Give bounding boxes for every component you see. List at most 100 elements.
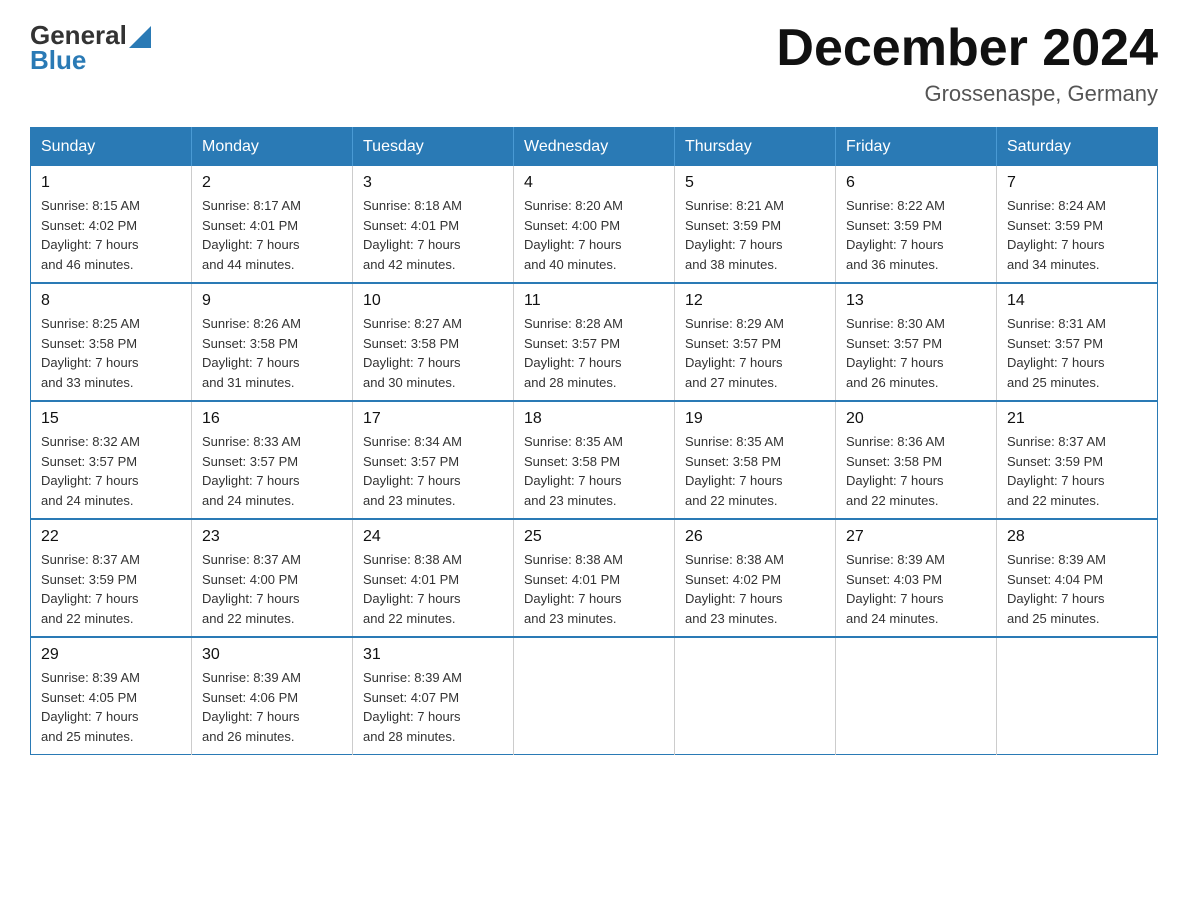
- calendar-day-cell: 29 Sunrise: 8:39 AM Sunset: 4:05 PM Dayl…: [31, 637, 192, 755]
- day-number: 18: [524, 410, 664, 428]
- day-info: Sunrise: 8:15 AM Sunset: 4:02 PM Dayligh…: [41, 196, 181, 274]
- day-info: Sunrise: 8:38 AM Sunset: 4:02 PM Dayligh…: [685, 550, 825, 628]
- logo-blue-text: Blue: [30, 45, 86, 76]
- day-info: Sunrise: 8:39 AM Sunset: 4:03 PM Dayligh…: [846, 550, 986, 628]
- day-info: Sunrise: 8:27 AM Sunset: 3:58 PM Dayligh…: [363, 314, 503, 392]
- day-number: 17: [363, 410, 503, 428]
- day-info: Sunrise: 8:32 AM Sunset: 3:57 PM Dayligh…: [41, 432, 181, 510]
- calendar-week-row: 15 Sunrise: 8:32 AM Sunset: 3:57 PM Dayl…: [31, 401, 1158, 519]
- calendar-day-cell: 13 Sunrise: 8:30 AM Sunset: 3:57 PM Dayl…: [836, 283, 997, 401]
- calendar-day-cell: 23 Sunrise: 8:37 AM Sunset: 4:00 PM Dayl…: [192, 519, 353, 637]
- day-number: 13: [846, 292, 986, 310]
- calendar-day-cell: 11 Sunrise: 8:28 AM Sunset: 3:57 PM Dayl…: [514, 283, 675, 401]
- calendar-week-row: 1 Sunrise: 8:15 AM Sunset: 4:02 PM Dayli…: [31, 166, 1158, 283]
- day-header-wednesday: Wednesday: [514, 128, 675, 167]
- day-number: 29: [41, 646, 181, 664]
- calendar-day-cell: 21 Sunrise: 8:37 AM Sunset: 3:59 PM Dayl…: [997, 401, 1158, 519]
- calendar-day-cell: 7 Sunrise: 8:24 AM Sunset: 3:59 PM Dayli…: [997, 166, 1158, 283]
- day-number: 3: [363, 174, 503, 192]
- calendar-day-cell: 10 Sunrise: 8:27 AM Sunset: 3:58 PM Dayl…: [353, 283, 514, 401]
- calendar-week-row: 29 Sunrise: 8:39 AM Sunset: 4:05 PM Dayl…: [31, 637, 1158, 755]
- day-info: Sunrise: 8:37 AM Sunset: 3:59 PM Dayligh…: [1007, 432, 1147, 510]
- day-info: Sunrise: 8:31 AM Sunset: 3:57 PM Dayligh…: [1007, 314, 1147, 392]
- day-number: 1: [41, 174, 181, 192]
- day-info: Sunrise: 8:26 AM Sunset: 3:58 PM Dayligh…: [202, 314, 342, 392]
- day-info: Sunrise: 8:39 AM Sunset: 4:07 PM Dayligh…: [363, 668, 503, 746]
- logo: General Blue: [30, 20, 151, 76]
- calendar-day-cell: 17 Sunrise: 8:34 AM Sunset: 3:57 PM Dayl…: [353, 401, 514, 519]
- day-info: Sunrise: 8:36 AM Sunset: 3:58 PM Dayligh…: [846, 432, 986, 510]
- day-number: 15: [41, 410, 181, 428]
- day-number: 9: [202, 292, 342, 310]
- day-number: 4: [524, 174, 664, 192]
- calendar-subtitle: Grossenaspe, Germany: [776, 81, 1158, 107]
- calendar-table: SundayMondayTuesdayWednesdayThursdayFrid…: [30, 127, 1158, 755]
- calendar-day-cell: 14 Sunrise: 8:31 AM Sunset: 3:57 PM Dayl…: [997, 283, 1158, 401]
- logo-triangle-icon: [129, 26, 151, 48]
- calendar-day-cell: 26 Sunrise: 8:38 AM Sunset: 4:02 PM Dayl…: [675, 519, 836, 637]
- day-number: 21: [1007, 410, 1147, 428]
- calendar-empty-cell: [675, 637, 836, 755]
- day-info: Sunrise: 8:34 AM Sunset: 3:57 PM Dayligh…: [363, 432, 503, 510]
- day-number: 2: [202, 174, 342, 192]
- day-number: 24: [363, 528, 503, 546]
- calendar-day-cell: 5 Sunrise: 8:21 AM Sunset: 3:59 PM Dayli…: [675, 166, 836, 283]
- day-number: 28: [1007, 528, 1147, 546]
- calendar-day-cell: 31 Sunrise: 8:39 AM Sunset: 4:07 PM Dayl…: [353, 637, 514, 755]
- day-info: Sunrise: 8:33 AM Sunset: 3:57 PM Dayligh…: [202, 432, 342, 510]
- day-info: Sunrise: 8:24 AM Sunset: 3:59 PM Dayligh…: [1007, 196, 1147, 274]
- calendar-day-cell: 16 Sunrise: 8:33 AM Sunset: 3:57 PM Dayl…: [192, 401, 353, 519]
- day-info: Sunrise: 8:29 AM Sunset: 3:57 PM Dayligh…: [685, 314, 825, 392]
- day-info: Sunrise: 8:30 AM Sunset: 3:57 PM Dayligh…: [846, 314, 986, 392]
- calendar-day-cell: 24 Sunrise: 8:38 AM Sunset: 4:01 PM Dayl…: [353, 519, 514, 637]
- calendar-day-cell: 8 Sunrise: 8:25 AM Sunset: 3:58 PM Dayli…: [31, 283, 192, 401]
- calendar-day-cell: 27 Sunrise: 8:39 AM Sunset: 4:03 PM Dayl…: [836, 519, 997, 637]
- calendar-title: December 2024: [776, 20, 1158, 77]
- day-info: Sunrise: 8:39 AM Sunset: 4:06 PM Dayligh…: [202, 668, 342, 746]
- day-info: Sunrise: 8:39 AM Sunset: 4:04 PM Dayligh…: [1007, 550, 1147, 628]
- day-header-sunday: Sunday: [31, 128, 192, 167]
- calendar-header-row: SundayMondayTuesdayWednesdayThursdayFrid…: [31, 128, 1158, 167]
- day-info: Sunrise: 8:37 AM Sunset: 3:59 PM Dayligh…: [41, 550, 181, 628]
- day-number: 7: [1007, 174, 1147, 192]
- day-info: Sunrise: 8:37 AM Sunset: 4:00 PM Dayligh…: [202, 550, 342, 628]
- calendar-empty-cell: [836, 637, 997, 755]
- calendar-week-row: 22 Sunrise: 8:37 AM Sunset: 3:59 PM Dayl…: [31, 519, 1158, 637]
- calendar-empty-cell: [514, 637, 675, 755]
- day-info: Sunrise: 8:28 AM Sunset: 3:57 PM Dayligh…: [524, 314, 664, 392]
- calendar-day-cell: 6 Sunrise: 8:22 AM Sunset: 3:59 PM Dayli…: [836, 166, 997, 283]
- day-number: 22: [41, 528, 181, 546]
- day-number: 30: [202, 646, 342, 664]
- calendar-day-cell: 12 Sunrise: 8:29 AM Sunset: 3:57 PM Dayl…: [675, 283, 836, 401]
- day-number: 20: [846, 410, 986, 428]
- calendar-day-cell: 18 Sunrise: 8:35 AM Sunset: 3:58 PM Dayl…: [514, 401, 675, 519]
- calendar-week-row: 8 Sunrise: 8:25 AM Sunset: 3:58 PM Dayli…: [31, 283, 1158, 401]
- calendar-day-cell: 25 Sunrise: 8:38 AM Sunset: 4:01 PM Dayl…: [514, 519, 675, 637]
- day-number: 14: [1007, 292, 1147, 310]
- calendar-day-cell: 20 Sunrise: 8:36 AM Sunset: 3:58 PM Dayl…: [836, 401, 997, 519]
- day-info: Sunrise: 8:18 AM Sunset: 4:01 PM Dayligh…: [363, 196, 503, 274]
- day-header-monday: Monday: [192, 128, 353, 167]
- day-info: Sunrise: 8:39 AM Sunset: 4:05 PM Dayligh…: [41, 668, 181, 746]
- day-number: 10: [363, 292, 503, 310]
- calendar-day-cell: 15 Sunrise: 8:32 AM Sunset: 3:57 PM Dayl…: [31, 401, 192, 519]
- page-header: General Blue December 2024 Grossenaspe, …: [30, 20, 1158, 107]
- day-info: Sunrise: 8:35 AM Sunset: 3:58 PM Dayligh…: [524, 432, 664, 510]
- calendar-day-cell: 3 Sunrise: 8:18 AM Sunset: 4:01 PM Dayli…: [353, 166, 514, 283]
- day-number: 5: [685, 174, 825, 192]
- day-header-friday: Friday: [836, 128, 997, 167]
- day-info: Sunrise: 8:38 AM Sunset: 4:01 PM Dayligh…: [363, 550, 503, 628]
- day-number: 6: [846, 174, 986, 192]
- day-number: 8: [41, 292, 181, 310]
- calendar-day-cell: 2 Sunrise: 8:17 AM Sunset: 4:01 PM Dayli…: [192, 166, 353, 283]
- day-number: 26: [685, 528, 825, 546]
- day-number: 31: [363, 646, 503, 664]
- day-number: 12: [685, 292, 825, 310]
- calendar-empty-cell: [997, 637, 1158, 755]
- day-number: 16: [202, 410, 342, 428]
- calendar-day-cell: 30 Sunrise: 8:39 AM Sunset: 4:06 PM Dayl…: [192, 637, 353, 755]
- day-info: Sunrise: 8:38 AM Sunset: 4:01 PM Dayligh…: [524, 550, 664, 628]
- day-info: Sunrise: 8:17 AM Sunset: 4:01 PM Dayligh…: [202, 196, 342, 274]
- day-info: Sunrise: 8:22 AM Sunset: 3:59 PM Dayligh…: [846, 196, 986, 274]
- day-number: 25: [524, 528, 664, 546]
